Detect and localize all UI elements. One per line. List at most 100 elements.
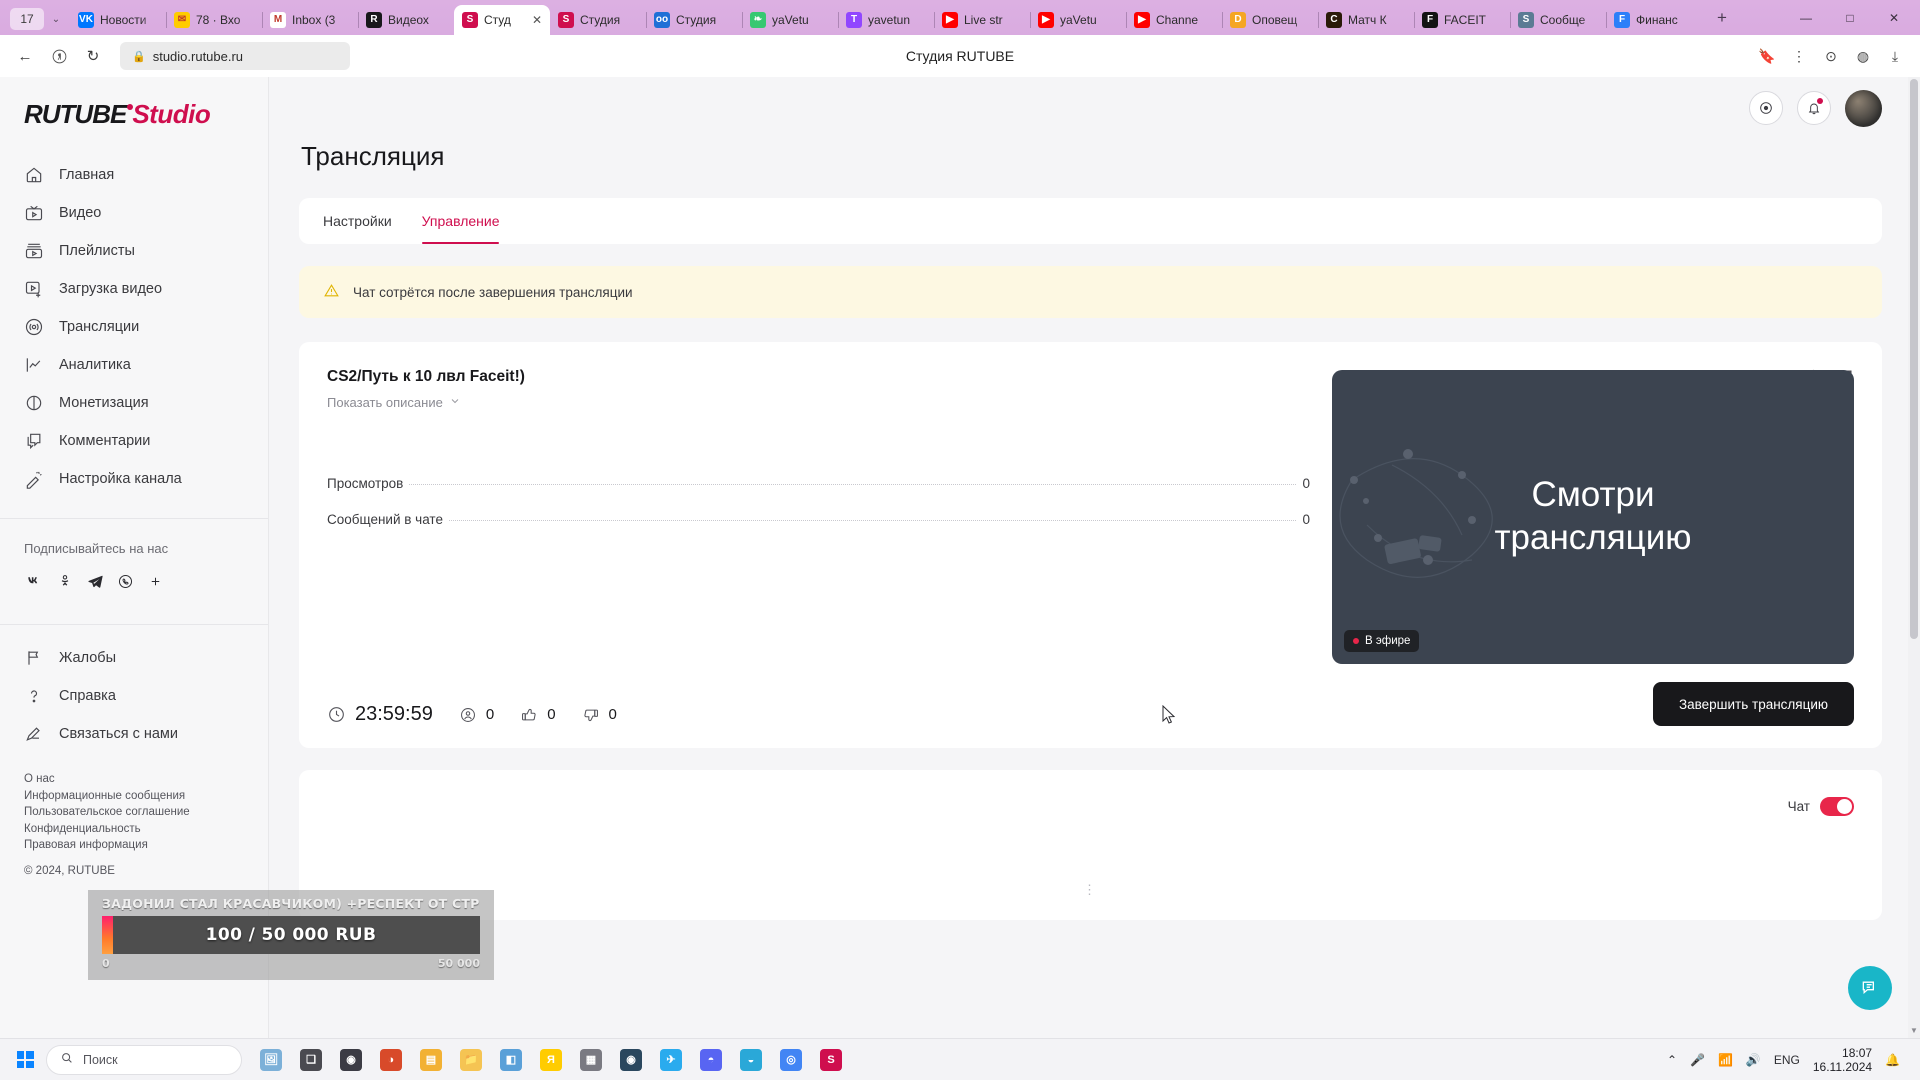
sidebar-item-broadcasts[interactable]: Трансляции <box>0 308 268 346</box>
downloads-icon[interactable]: ⤓ <box>1880 41 1910 71</box>
volume-icon[interactable]: 🔊 <box>1746 1053 1761 1067</box>
media-app[interactable]: ▦ <box>572 1043 610 1077</box>
scroll-down-arrow-icon[interactable]: ▼ <box>1908 1024 1920 1038</box>
steam-app[interactable]: ◉ <box>612 1043 650 1077</box>
browser-app[interactable]: ◑ <box>372 1043 410 1077</box>
taskbar-clock[interactable]: 18:07 16.11.2024 <box>1813 1046 1872 1074</box>
new-tab-button[interactable]: + <box>1708 4 1736 32</box>
stream-preview[interactable]: Смотри трансляцию В эфире <box>1332 370 1854 664</box>
sidebar-item-video[interactable]: Видео <box>0 194 268 232</box>
browser-tab[interactable]: S Студия <box>550 5 646 35</box>
more-social-icon[interactable] <box>144 570 166 592</box>
browser-tab[interactable]: oo Студия <box>646 5 742 35</box>
sidebar-item-channel-settings[interactable]: Настройка канала <box>0 460 268 498</box>
studio-app[interactable]: S <box>812 1043 850 1077</box>
yandex-logo-icon[interactable] <box>44 41 74 71</box>
footer-link[interactable]: Конфиденциальность <box>24 821 244 838</box>
telegram-icon[interactable] <box>84 570 106 592</box>
browser-tab[interactable]: ▶ Live str <box>934 5 1030 35</box>
sidebar-item-contact-us[interactable]: Связаться с нами <box>0 715 268 753</box>
bell-icon[interactable] <box>1797 91 1831 125</box>
bookmark-icon[interactable]: 🔖 <box>1752 41 1782 71</box>
address-bar[interactable]: 🔒 studio.rutube.ru <box>120 42 350 70</box>
vk-icon[interactable] <box>24 570 46 592</box>
maximize-button[interactable]: □ <box>1828 2 1872 34</box>
network-icon[interactable]: 📶 <box>1718 1053 1733 1067</box>
sidebar-item-comments[interactable]: Комментарии <box>0 422 268 460</box>
page-scrollbar[interactable]: ▲ ▼ <box>1908 77 1920 1038</box>
sidebar-item-home[interactable]: Главная <box>0 156 268 194</box>
browser-tab[interactable]: R Видеох <box>358 5 454 35</box>
back-button[interactable]: ← <box>10 41 40 71</box>
reload-button[interactable]: ↻ <box>78 41 108 71</box>
browser-tab[interactable]: ✉ 78 · Вхо <box>166 5 262 35</box>
rutube-studio-logo[interactable]: RUTUBE Studio <box>0 99 268 156</box>
tab-list-chevron-icon[interactable]: ⌄ <box>46 8 66 30</box>
odnoklassniki-icon[interactable] <box>54 570 76 592</box>
minimize-button[interactable]: — <box>1784 2 1828 34</box>
browser-tab[interactable]: D Оповещ <box>1222 5 1318 35</box>
footer-link[interactable]: Пользовательское соглашение <box>24 804 244 821</box>
sidebar-primary-nav: Главная Видео Плейлисты Загрузка видео Т… <box>0 156 268 506</box>
sidebar-item-complaints[interactable]: Жалобы <box>0 639 268 677</box>
footer-link[interactable]: О нас <box>24 771 244 788</box>
footer-link[interactable]: Информационные сообщения <box>24 788 244 805</box>
scrollbar-thumb[interactable] <box>1910 79 1918 639</box>
task-view[interactable]: ❏ <box>292 1043 330 1077</box>
footer-link[interactable]: Правовая информация <box>24 837 244 854</box>
menu-kebab-icon[interactable]: ⋮ <box>1784 41 1814 71</box>
close-window-button[interactable]: ✕ <box>1872 2 1916 34</box>
photos-app[interactable]: ◧ <box>492 1043 530 1077</box>
dislikes-count: 0 <box>582 706 617 724</box>
browser-tab[interactable]: ▶ Channe <box>1126 5 1222 35</box>
telegram-app[interactable]: ✈ <box>652 1043 690 1077</box>
sidebar-item-upload-video[interactable]: Загрузка видео <box>0 270 268 308</box>
mic-icon[interactable]: 🎤 <box>1690 1053 1705 1067</box>
browser-tab[interactable]: VK Новости <box>70 5 166 35</box>
tray-chevron-icon[interactable]: ⌃ <box>1667 1053 1677 1067</box>
files-app[interactable]: 📁 <box>452 1043 490 1077</box>
sidebar-item-help[interactable]: Справка <box>0 677 268 715</box>
close-tab-icon[interactable]: ✕ <box>532 13 542 27</box>
browser-tab[interactable]: S Сообще <box>1510 5 1606 35</box>
browser-tab[interactable]: F Финанс <box>1606 5 1702 35</box>
record-circle-icon[interactable] <box>1749 91 1783 125</box>
timer-value: 23:59:59 <box>355 703 433 725</box>
discord-app[interactable]: ◓ <box>692 1043 730 1077</box>
sidebar-item-monetization[interactable]: Монетизация <box>0 384 268 422</box>
gallery-app[interactable]: 🖼 <box>252 1043 290 1077</box>
browser-tab[interactable]: ❧ yaVetu <box>742 5 838 35</box>
chat-toggle-switch[interactable] <box>1820 797 1854 816</box>
browser-tab[interactable]: C Матч К <box>1318 5 1414 35</box>
start-button[interactable] <box>8 1045 42 1075</box>
notification-dot <box>1817 98 1823 104</box>
sidebar-item-analytics[interactable]: Аналитика <box>0 346 268 384</box>
browser-tab[interactable]: S Студ ✕ <box>454 5 550 35</box>
taskbar-search[interactable]: Поиск <box>46 1044 242 1075</box>
browser-tab[interactable]: F FACEIT <box>1414 5 1510 35</box>
obs-app[interactable]: ◉ <box>332 1043 370 1077</box>
tab-count-badge[interactable]: 17 <box>10 8 44 30</box>
tab-settings[interactable]: Настройки <box>323 198 392 244</box>
edge-app[interactable]: ◒ <box>732 1043 770 1077</box>
notification-icon[interactable]: 🔔 <box>1885 1053 1900 1067</box>
profile-icon[interactable]: ◍ <box>1848 41 1878 71</box>
show-description-toggle[interactable]: Показать описание <box>327 395 525 410</box>
end-broadcast-button[interactable]: Завершить трансляцию <box>1652 682 1854 726</box>
chrome-app[interactable]: ◎ <box>772 1043 810 1077</box>
viber-icon[interactable] <box>114 570 136 592</box>
support-chat-button[interactable] <box>1848 966 1892 1010</box>
chat-warning-banner: Чат сотрётся после завершения трансляции <box>299 266 1882 318</box>
language-indicator[interactable]: ENG <box>1774 1053 1800 1067</box>
avatar[interactable] <box>1845 89 1882 127</box>
extensions-icon[interactable]: ⊙ <box>1816 41 1846 71</box>
browser-tab-label: Студ <box>484 13 511 27</box>
sidebar-item-playlists[interactable]: Плейлисты <box>0 232 268 270</box>
browser-tab[interactable]: Tyavetun <box>838 5 934 35</box>
browser-tab[interactable]: ▶ yaVetu <box>1030 5 1126 35</box>
browser-tab[interactable]: M Inbox (3 <box>262 5 358 35</box>
yandex-app[interactable]: Я <box>532 1043 570 1077</box>
chevron-down-icon <box>449 395 461 410</box>
explorer-app[interactable]: ▤ <box>412 1043 450 1077</box>
tab-management[interactable]: Управление <box>421 198 499 244</box>
